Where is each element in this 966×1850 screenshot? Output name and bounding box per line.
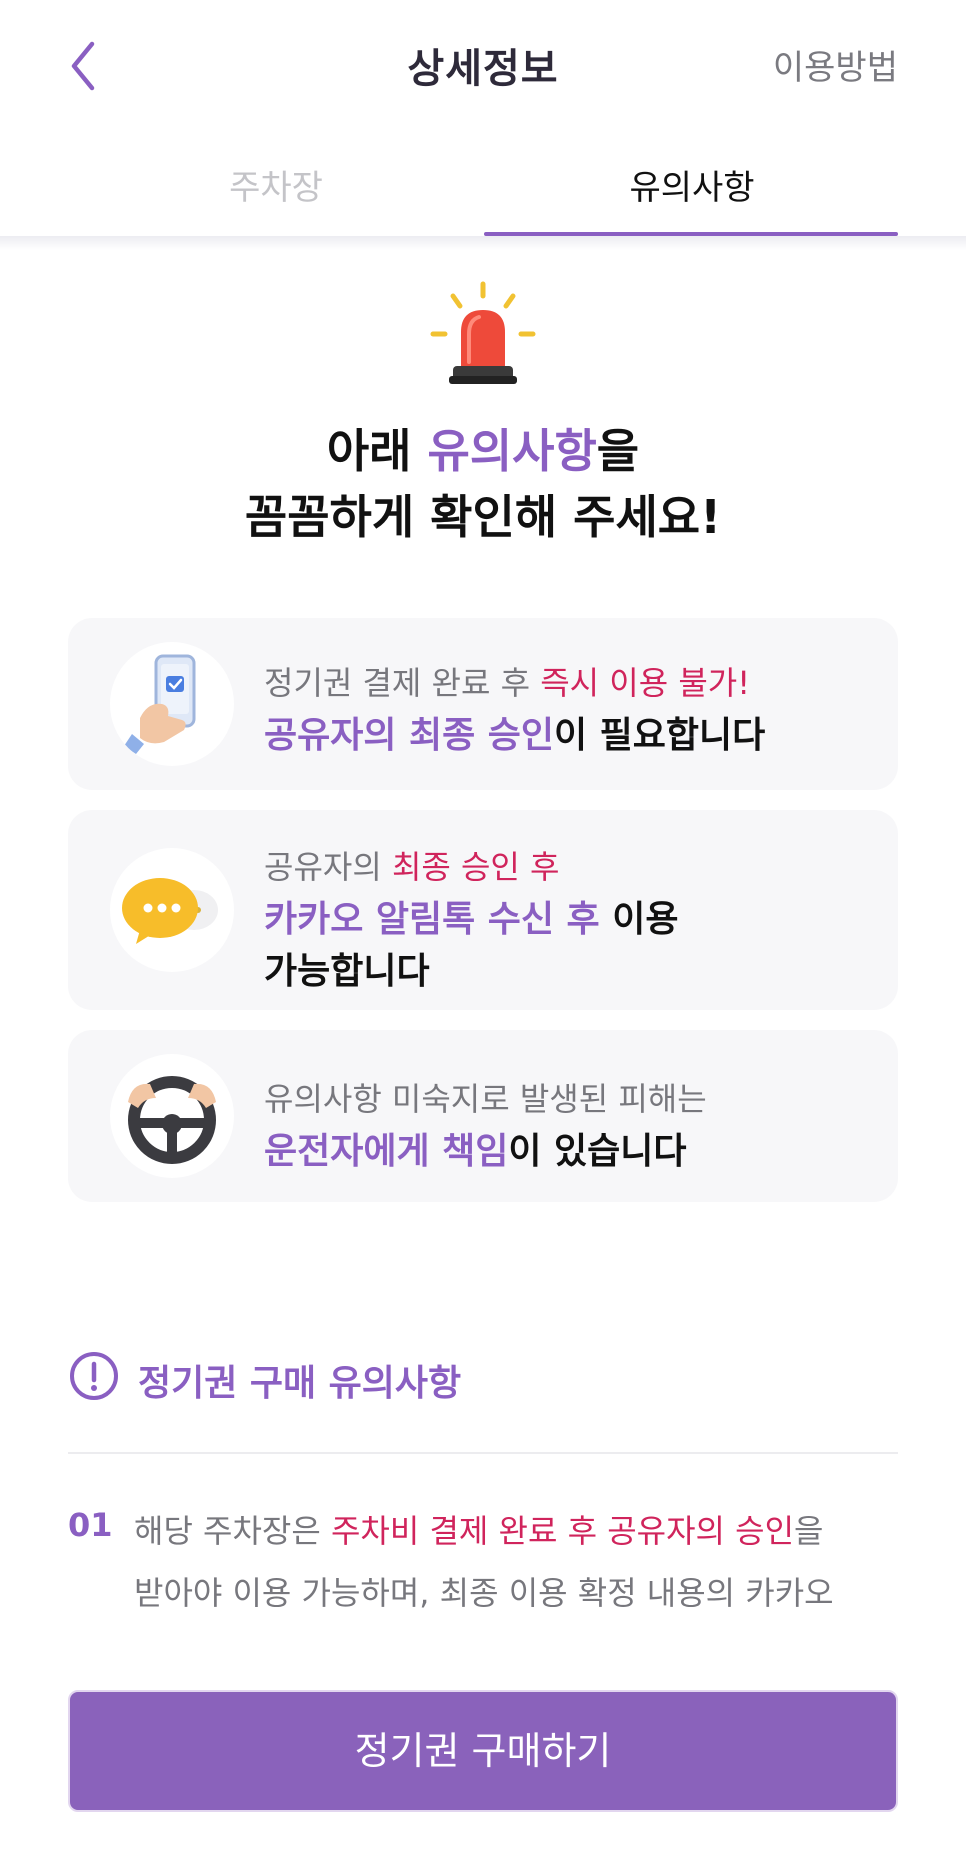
card-1-line-1-highlight: 즉시 이용 불가! bbox=[540, 664, 751, 702]
card-2-line-1-highlight: 최종 승인 후 bbox=[391, 848, 560, 886]
chat-bubble-icon bbox=[110, 848, 234, 972]
card-2-line-3: 가능합니다 bbox=[264, 951, 430, 992]
card-2-text: 공유자의 최종 승인 후 카카오 알림톡 수신 후 이용 가능합니다 bbox=[264, 840, 868, 998]
notice-item-highlight: 주차비 결제 완료 후 공유자의 승인 bbox=[330, 1512, 795, 1550]
card-1-line-2: 공유자의 최종 승인이 필요합니다 bbox=[264, 710, 868, 762]
card-2-line-2-plain: 이용 bbox=[599, 899, 679, 940]
phone-hand-icon bbox=[110, 642, 234, 766]
tab-bar-shadow bbox=[0, 236, 966, 250]
section-divider bbox=[68, 1452, 898, 1454]
notice-card-kakao: 공유자의 최종 승인 후 카카오 알림톡 수신 후 이용 가능합니다 bbox=[68, 810, 898, 1010]
hero-line-1-pre: 아래 bbox=[326, 424, 428, 478]
card-1-line-1: 정기권 결제 완료 후 즉시 이용 불가! bbox=[264, 656, 868, 710]
notice-card-responsibility: 유의사항 미숙지로 발생된 피해는 운전자에게 책임이 있습니다 bbox=[68, 1030, 898, 1202]
info-circle-icon bbox=[70, 1352, 118, 1400]
buy-pass-button[interactable]: 정기권 구매하기 bbox=[68, 1690, 898, 1812]
tab-parking[interactable]: 주차장 bbox=[68, 140, 484, 236]
notice-card-approval: 정기권 결제 완료 후 즉시 이용 불가! 공유자의 최종 승인이 필요합니다 bbox=[68, 618, 898, 790]
card-2-line-1: 공유자의 최종 승인 후 bbox=[264, 840, 868, 894]
hero-accent-text: 유의사항 bbox=[427, 424, 597, 478]
card-1-line-1-plain: 정기권 결제 완료 후 bbox=[264, 664, 541, 702]
card-2-line-2-highlight: 카카오 알림톡 수신 후 bbox=[264, 899, 600, 940]
notice-item-line-2: 받아야 이용 가능하며, 최종 이용 확정 내용의 카카오 bbox=[134, 1574, 834, 1612]
card-3-line-2-highlight: 운전자에게 책임 bbox=[264, 1131, 509, 1172]
notice-item-text: 해당 주차장은 주차비 결제 완료 후 공유자의 승인을 받아야 이용 가능하며… bbox=[134, 1500, 894, 1624]
notice-item-number: 01 bbox=[68, 1506, 113, 1544]
tab-bar: 주차장 유의사항 bbox=[0, 140, 966, 236]
notice-item-line-1: 해당 주차장은 주차비 결제 완료 후 공유자의 승인을 bbox=[134, 1500, 894, 1562]
card-3-line-1: 유의사항 미숙지로 발생된 피해는 bbox=[264, 1080, 707, 1118]
card-1-line-2-highlight: 공유자의 최종 승인 bbox=[264, 715, 555, 756]
siren-icon bbox=[423, 276, 543, 396]
card-3-text: 유의사항 미숙지로 발생된 피해는 운전자에게 책임이 있습니다 bbox=[264, 1072, 868, 1178]
purchase-notice-title: 정기권 구매 유의사항 bbox=[138, 1363, 462, 1404]
hero-line-1: 아래 유의사항을 bbox=[0, 418, 966, 484]
card-3-line-2-plain: 이 있습니다 bbox=[508, 1131, 687, 1172]
card-1-line-2-plain: 이 필요합니다 bbox=[554, 715, 766, 756]
tab-notice[interactable]: 유의사항 bbox=[484, 140, 900, 236]
top-app-bar: 상세정보 이용방법 bbox=[0, 0, 966, 130]
notice-item-line-1-pre: 해당 주차장은 bbox=[134, 1512, 331, 1550]
steering-wheel-icon bbox=[110, 1054, 234, 1178]
card-2-line-1-plain: 공유자의 bbox=[264, 848, 392, 886]
card-3-line-2: 운전자에게 책임이 있습니다 bbox=[264, 1126, 868, 1178]
notice-item-line-1-post: 을 bbox=[794, 1512, 824, 1550]
hero-title: 아래 유의사항을 꼼꼼하게 확인해 주세요! bbox=[0, 418, 966, 550]
hero-line-2: 꼼꼼하게 확인해 주세요! bbox=[244, 490, 722, 544]
howto-link[interactable]: 이용방법 bbox=[773, 40, 898, 89]
hero-line-1-post: 을 bbox=[596, 424, 640, 478]
card-1-text: 정기권 결제 완료 후 즉시 이용 불가! 공유자의 최종 승인이 필요합니다 bbox=[264, 656, 868, 762]
card-2-line-2: 카카오 알림톡 수신 후 이용 bbox=[264, 894, 868, 946]
purchase-notice-header: 정기권 구매 유의사항 bbox=[68, 1350, 898, 1404]
